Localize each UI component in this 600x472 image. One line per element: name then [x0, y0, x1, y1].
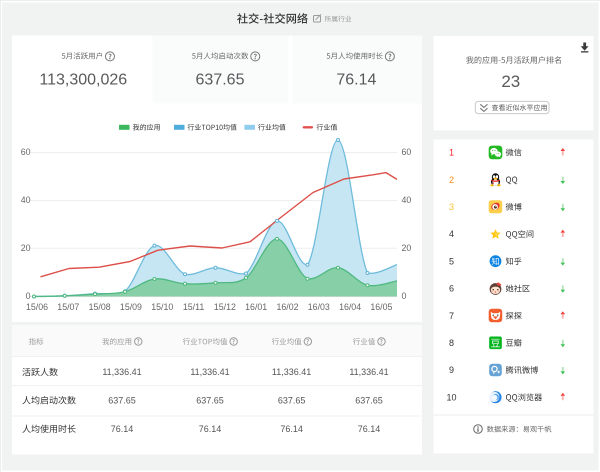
- svg-text:15/09: 15/09: [120, 302, 142, 312]
- svg-text:16/03: 16/03: [308, 302, 330, 312]
- svg-text:16/01: 16/01: [245, 302, 267, 312]
- svg-text:20: 20: [402, 243, 412, 253]
- svg-text:76.14: 76.14: [199, 424, 222, 434]
- svg-text:637.65: 637.65: [278, 395, 306, 405]
- svg-text:11,336.41: 11,336.41: [272, 367, 311, 377]
- svg-text:76.14: 76.14: [111, 424, 134, 434]
- svg-text:113,300,026: 113,300,026: [39, 72, 127, 89]
- svg-text:15/07: 15/07: [57, 302, 79, 312]
- svg-text:76.14: 76.14: [280, 424, 303, 434]
- svg-text:15/11: 15/11: [183, 302, 204, 312]
- svg-text:40: 40: [402, 195, 412, 205]
- svg-text:20: 20: [21, 243, 31, 253]
- svg-text:4: 4: [449, 229, 454, 239]
- svg-text:15/12: 15/12: [214, 302, 236, 312]
- svg-text:637.65: 637.65: [196, 395, 224, 405]
- svg-text:15/06: 15/06: [26, 302, 48, 312]
- svg-text:7: 7: [449, 311, 454, 321]
- svg-text:6: 6: [449, 284, 454, 294]
- svg-text:76.14: 76.14: [336, 72, 376, 89]
- svg-text:2: 2: [449, 175, 454, 185]
- svg-text:60: 60: [21, 147, 31, 157]
- svg-text:11,336.41: 11,336.41: [349, 367, 388, 377]
- svg-text:16/02: 16/02: [276, 302, 298, 312]
- svg-text:10: 10: [446, 392, 456, 402]
- svg-text:40: 40: [21, 195, 31, 205]
- svg-text:11,336.41: 11,336.41: [102, 367, 141, 377]
- svg-text:0: 0: [402, 291, 407, 301]
- svg-text:9: 9: [449, 365, 454, 375]
- svg-text:5: 5: [449, 256, 454, 266]
- svg-text:8: 8: [449, 338, 454, 348]
- svg-text:60: 60: [402, 147, 412, 157]
- svg-text:637.65: 637.65: [108, 395, 136, 405]
- svg-text:0: 0: [26, 291, 31, 301]
- svg-text:16/04: 16/04: [339, 302, 361, 312]
- svg-text:637.65: 637.65: [196, 72, 245, 89]
- svg-text:11,336.41: 11,336.41: [190, 367, 229, 377]
- svg-text:637.65: 637.65: [355, 395, 383, 405]
- svg-text:1: 1: [449, 148, 454, 158]
- svg-text:23: 23: [501, 72, 520, 91]
- svg-text:76.14: 76.14: [358, 424, 381, 434]
- svg-text:3: 3: [449, 202, 454, 212]
- svg-text:15/08: 15/08: [89, 302, 111, 312]
- svg-text:15/10: 15/10: [151, 302, 173, 312]
- svg-text:16/05: 16/05: [370, 302, 392, 312]
